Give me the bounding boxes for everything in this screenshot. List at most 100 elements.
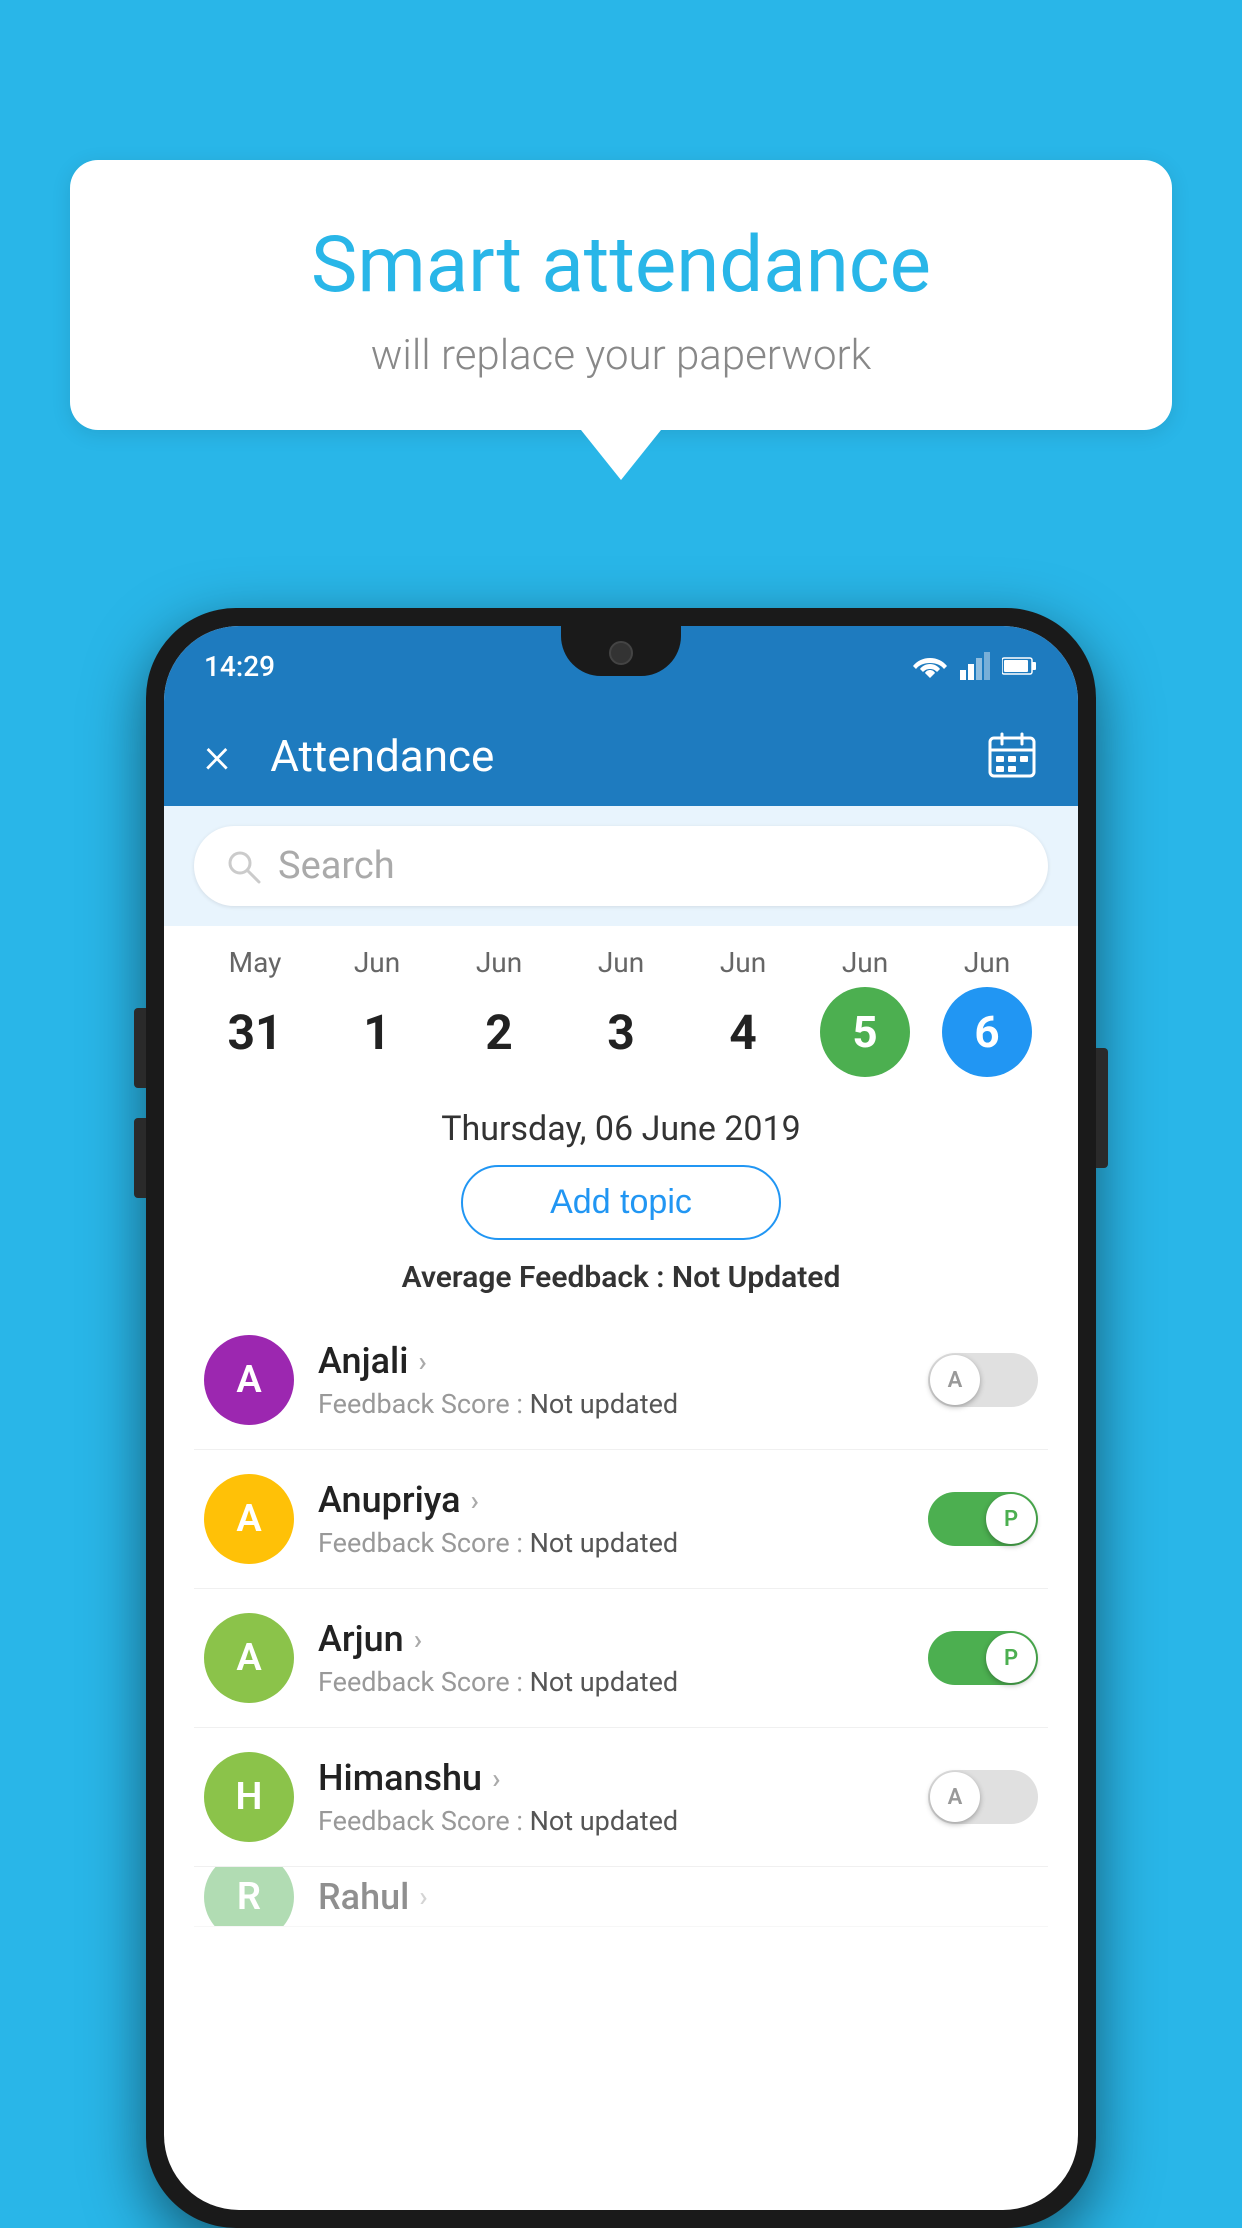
day-31: 31 (210, 987, 300, 1077)
student-item-himanshu[interactable]: H Himanshu › Feedback Score : Not update… (194, 1728, 1048, 1867)
day-4: 4 (698, 987, 788, 1077)
notch (561, 626, 681, 676)
day-5: 5 (820, 987, 910, 1077)
day-1: 1 (332, 987, 422, 1077)
student-info-anupriya: Anupriya › Feedback Score : Not updated (318, 1479, 904, 1559)
feedback-value-himanshu: Not updated (530, 1805, 679, 1837)
month-jun4: Jun (720, 946, 766, 979)
date-col-jun1[interactable]: Jun 1 (317, 946, 437, 1077)
feedback-value-anjali: Not updated (530, 1388, 679, 1420)
search-placeholder: Search (278, 844, 395, 888)
month-jun6: Jun (964, 946, 1010, 979)
phone-screen: 14:29 (164, 626, 1078, 2210)
chevron-anjali: › (418, 1345, 426, 1378)
toggle-knob-himanshu: A (930, 1772, 980, 1822)
date-col-jun2[interactable]: Jun 2 (439, 946, 559, 1077)
battery-icon (1002, 656, 1038, 676)
status-icons (912, 652, 1038, 680)
student-info-anjali: Anjali › Feedback Score : Not updated (318, 1340, 904, 1420)
date-col-jun4[interactable]: Jun 4 (683, 946, 803, 1077)
student-item-partial[interactable]: R Rahul › (194, 1867, 1048, 1927)
student-item-anupriya[interactable]: A Anupriya › Feedback Score : Not update… (194, 1450, 1048, 1589)
chevron-himanshu: › (492, 1762, 500, 1795)
wifi-icon (912, 652, 948, 680)
month-may: May (229, 946, 282, 979)
feedback-value-anupriya: Not updated (530, 1527, 679, 1559)
month-jun2: Jun (476, 946, 522, 979)
month-jun1: Jun (354, 946, 400, 979)
status-bar: 14:29 (164, 626, 1078, 706)
name-partial: Rahul (318, 1876, 409, 1918)
student-item-anjali[interactable]: A Anjali › Feedback Score : Not updated … (194, 1311, 1048, 1450)
add-topic-button[interactable]: Add topic (461, 1165, 781, 1240)
student-item-arjun[interactable]: A Arjun › Feedback Score : Not updated P (194, 1589, 1048, 1728)
avg-feedback-label: Average Feedback : (402, 1260, 665, 1295)
student-list: A Anjali › Feedback Score : Not updated … (194, 1311, 1048, 1927)
toggle-switch-arjun[interactable]: P (928, 1631, 1038, 1685)
camera (609, 641, 633, 665)
volume-button-2 (134, 1118, 146, 1198)
toggle-himanshu[interactable]: A (928, 1770, 1038, 1824)
speech-bubble-title: Smart attendance (130, 220, 1112, 311)
name-anupriya: Anupriya (318, 1479, 461, 1521)
toggle-arjun[interactable]: P (928, 1631, 1038, 1685)
student-info-partial: Rahul › (318, 1876, 1038, 1918)
signal-icon (960, 652, 990, 680)
day-3: 3 (576, 987, 666, 1077)
close-button[interactable]: × (204, 727, 230, 785)
feedback-anjali: Feedback Score : Not updated (318, 1388, 904, 1420)
avatar-anjali: A (204, 1335, 294, 1425)
name-himanshu: Himanshu (318, 1757, 482, 1799)
student-name-arjun: Arjun › (318, 1618, 904, 1660)
student-name-anupriya: Anupriya › (318, 1479, 904, 1521)
chevron-anupriya: › (471, 1484, 479, 1517)
avatar-himanshu: H (204, 1752, 294, 1842)
feedback-anupriya: Feedback Score : Not updated (318, 1527, 904, 1559)
feedback-arjun: Feedback Score : Not updated (318, 1666, 904, 1698)
month-jun3: Jun (598, 946, 644, 979)
student-name-partial: Rahul › (318, 1876, 1038, 1918)
toggle-knob-arjun: P (986, 1633, 1036, 1683)
date-col-jun6[interactable]: Jun 6 (927, 946, 1047, 1077)
toggle-switch-anjali[interactable]: A (928, 1353, 1038, 1407)
status-time: 14:29 (204, 650, 275, 683)
date-col-may31[interactable]: May 31 (195, 946, 315, 1077)
toggle-switch-himanshu[interactable]: A (928, 1770, 1038, 1824)
calendar-row: May 31 Jun 1 Jun 2 Jun 3 Jun 4 (164, 926, 1078, 1087)
toggle-anupriya[interactable]: P (928, 1492, 1038, 1546)
speech-bubble-arrow (581, 430, 661, 480)
speech-bubble-subtitle: will replace your paperwork (130, 331, 1112, 380)
selected-date-label: Thursday, 06 June 2019 (194, 1087, 1048, 1165)
toggle-anjali[interactable]: A (928, 1353, 1038, 1407)
speech-bubble-container: Smart attendance will replace your paper… (70, 160, 1172, 480)
avatar-arjun: A (204, 1613, 294, 1703)
avg-feedback: Average Feedback : Not Updated (194, 1260, 1048, 1295)
chevron-partial: › (419, 1880, 427, 1913)
search-bar[interactable]: Search (194, 826, 1048, 906)
date-col-jun5[interactable]: Jun 5 (805, 946, 925, 1077)
student-name-himanshu: Himanshu › (318, 1757, 904, 1799)
toggle-switch-anupriya[interactable]: P (928, 1492, 1038, 1546)
student-info-himanshu: Himanshu › Feedback Score : Not updated (318, 1757, 904, 1837)
feedback-value-arjun: Not updated (530, 1666, 679, 1698)
content-area: Thursday, 06 June 2019 Add topic Average… (164, 1087, 1078, 1927)
avatar-partial: R (204, 1867, 294, 1927)
calendar-icon[interactable] (986, 730, 1038, 782)
date-col-jun3[interactable]: Jun 3 (561, 946, 681, 1077)
chevron-arjun: › (414, 1623, 422, 1656)
header-title: Attendance (270, 730, 986, 782)
month-jun5: Jun (842, 946, 888, 979)
student-info-arjun: Arjun › Feedback Score : Not updated (318, 1618, 904, 1698)
search-bar-container: Search (164, 806, 1078, 926)
phone-frame: 14:29 (146, 608, 1096, 2228)
app-header: × Attendance (164, 706, 1078, 806)
day-2: 2 (454, 987, 544, 1077)
avg-feedback-value: Not Updated (672, 1260, 840, 1295)
feedback-himanshu: Feedback Score : Not updated (318, 1805, 904, 1837)
avatar-anupriya: A (204, 1474, 294, 1564)
student-name-anjali: Anjali › (318, 1340, 904, 1382)
power-button (1096, 1048, 1108, 1168)
name-anjali: Anjali (318, 1340, 408, 1382)
toggle-knob-anupriya: P (986, 1494, 1036, 1544)
day-6: 6 (942, 987, 1032, 1077)
